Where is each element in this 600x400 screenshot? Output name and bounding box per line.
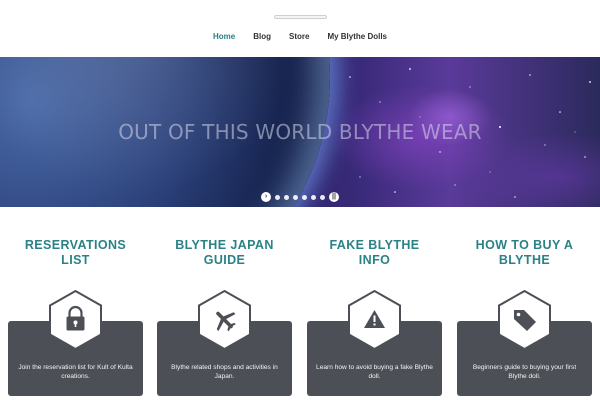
feature-description: Join the reservation list for Kult of Ku… [18,364,133,380]
lock-icon [49,290,102,350]
feature-fake-blythe-info[interactable]: FAKE BLYTHE INFO Learn how to avoid buyin… [307,238,442,396]
nav-item-home[interactable]: Home [204,32,244,42]
slider-dot[interactable] [311,194,316,200]
feature-blythe-japan-guide[interactable]: BLYTHE JAPAN GUIDE Blythe related shops a… [157,238,292,396]
slider-dot[interactable] [320,194,325,200]
slider-dot[interactable] [302,194,307,200]
nav-item-my-blythe-dolls[interactable]: My Blythe Dolls [318,32,396,42]
feature-title: BLYTHE JAPAN GUIDE [175,238,274,267]
nav-item-blog[interactable]: Blog [244,32,280,42]
hero-title: OUT OF THIS WORLD BLYTHE WEAR [118,120,482,144]
feature-reservations-list[interactable]: RESERVATIONS LIST Join the reservation li… [8,238,143,396]
feature-how-to-buy-a-blythe[interactable]: HOW TO BUY A BLYTHE Beginners guide to bu… [457,238,592,396]
airplane-icon [198,290,251,350]
slider-pause-icon[interactable]: || [329,192,339,202]
warning-icon [348,290,401,350]
feature-title: RESERVATIONS LIST [24,238,127,267]
slider-pagination: › || [0,192,600,202]
feature-title: HOW TO BUY A BLYTHE [475,238,574,267]
feature-description: Beginners guide to buying your first Bly… [472,364,577,380]
slider-dot[interactable] [293,194,298,200]
main-nav: Home Blog Store My Blythe Dolls [0,32,600,42]
tag-icon [498,290,551,350]
feature-title: FAKE BLYTHE INFO [329,238,420,267]
slider-dot[interactable] [284,194,289,200]
feature-description: Blythe related shops and activities in J… [171,364,278,380]
hero-slider[interactable]: OUT OF THIS WORLD BLYTHE WEAR › || [0,57,600,207]
nav-item-store[interactable]: Store [280,32,318,42]
slider-next-arrow-icon[interactable]: › [261,192,271,202]
slider-dot[interactable] [275,194,280,200]
feature-description: Learn how to avoid buying a fake Blythe … [316,364,433,380]
top-decoration-bar [274,15,327,19]
